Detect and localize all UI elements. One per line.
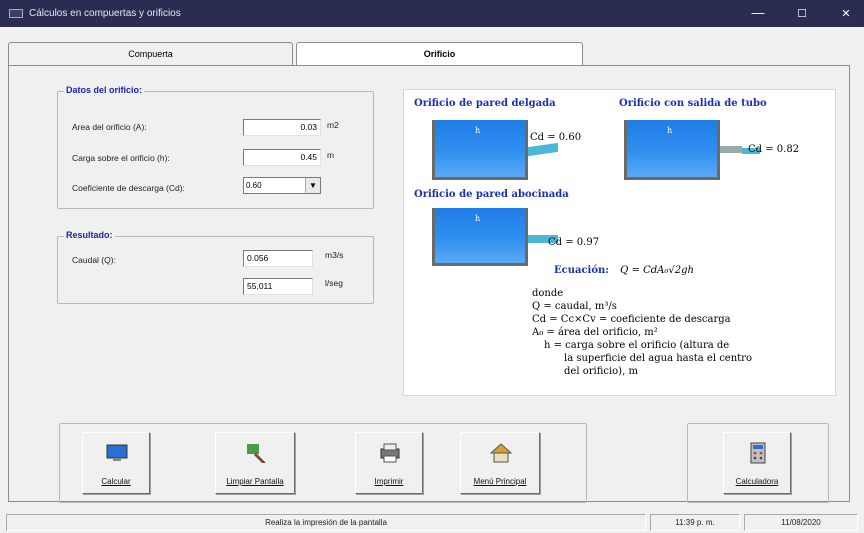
area-input[interactable]: 0.03 — [243, 119, 321, 136]
imprimir-button[interactable]: Imprimir — [355, 432, 423, 494]
coef-label: Coeficiente de descarga (Cd): — [72, 183, 185, 193]
equation: Ecuación: Q = CdA₀√2gh — [554, 265, 694, 276]
window-title: Cálculos en compuertas y orificios — [29, 8, 181, 19]
explanation-line: donde — [532, 288, 564, 299]
home-icon — [489, 443, 513, 463]
imprimir-label: Imprimir — [374, 477, 404, 486]
limpiar-label: Limpiar Pantalla — [226, 477, 284, 486]
explanation-line: Cd = Cc×Cv = coeficiente de descarga — [532, 314, 731, 325]
resultado-group: Resultado: Caudal (Q): 0.056 m3/s 55,011… — [57, 230, 374, 304]
tab-panel-orificio: Datos del orificio: Area del orificio (A… — [8, 65, 850, 503]
explanation-line: Q = caudal, m³/s — [532, 301, 617, 312]
coef-value: 0.60 — [246, 181, 262, 190]
brush-icon — [247, 444, 266, 463]
app-icon — [9, 9, 23, 18]
jet-delgada — [528, 142, 558, 157]
h-symbol: h — [475, 214, 481, 223]
explanation-line: A₀ = área del orificio, m² — [532, 327, 658, 338]
caudal-label: Caudal (Q): — [72, 255, 116, 265]
calcular-label: Calcular — [101, 477, 131, 486]
caudal-ls-unit: l/seg — [325, 278, 343, 288]
cd-abocinada: Cd = 0.97 — [548, 237, 600, 248]
tank-salida-tubo: h — [624, 120, 720, 180]
limpiar-button[interactable]: Limpiar Pantalla — [215, 432, 295, 494]
title-bar: Cálculos en compuertas y orificios — ☐ ✕ — [0, 0, 864, 27]
calculadora-group: Calculadora — [687, 423, 829, 503]
calculadora-button[interactable]: Calculadora — [723, 432, 791, 494]
tank-pared-delgada: h — [432, 120, 528, 180]
status-bar: Realiza la impresión de la pantalla 11:3… — [0, 509, 864, 533]
calculadora-label: Calculadora — [735, 477, 779, 486]
cd-tubo: Cd = 0.82 — [748, 144, 800, 155]
caudal-m3s-unit: m3/s — [325, 250, 344, 260]
carga-label: Carga sobre el orificio (h): — [72, 153, 170, 163]
status-time: 11:39 p. m. — [650, 514, 740, 531]
h-symbol: h — [475, 126, 481, 135]
header-salida-tubo: Orificio con salida de tubo — [619, 98, 767, 109]
resultado-title: Resultado: — [64, 230, 115, 240]
tab-compuerta[interactable]: Compuerta — [8, 42, 293, 66]
orifice-diagram: Orificio de pared delgada Orificio con s… — [403, 89, 836, 396]
explanation-line: la superficie del agua hasta el centro — [564, 353, 752, 364]
status-message: Realiza la impresión de la pantalla — [6, 514, 646, 531]
coef-select[interactable]: 0.60 ▼ — [243, 177, 321, 194]
header-pared-delgada: Orificio de pared delgada — [414, 98, 556, 109]
header-pared-abocinada: Orificio de pared abocinada — [414, 189, 569, 200]
tank-pared-abocinada: h — [432, 208, 528, 266]
printer-icon — [380, 443, 400, 463]
menu-principal-label: Menú Principal — [473, 477, 527, 486]
minimize-button[interactable]: — — [748, 5, 768, 20]
datos-title: Datos del orificio: — [64, 85, 145, 95]
caudal-m3s-field[interactable]: 0.056 — [243, 250, 313, 267]
cd-delgada: Cd = 0.60 — [530, 132, 582, 143]
explanation-line: del orificio), m — [564, 366, 638, 377]
calculator-icon — [750, 442, 766, 464]
menu-principal-button[interactable]: Menú Principal — [460, 432, 540, 494]
h-symbol: h — [667, 126, 673, 135]
tab-orificio[interactable]: Orificio — [296, 42, 583, 66]
equation-label: Ecuación: — [554, 265, 609, 276]
caudal-ls-field[interactable]: 55,011 — [243, 278, 313, 295]
close-button[interactable]: ✕ — [836, 7, 856, 20]
tab-strip: Compuerta Orificio — [8, 42, 848, 66]
monitor-icon — [106, 444, 128, 461]
carga-unit: m — [327, 150, 335, 160]
explanation-line: h = carga sobre el orificio (altura de — [544, 340, 730, 351]
action-button-group: Calcular Limpiar Pantalla Imprimir Menú … — [59, 423, 587, 503]
area-label: Area del orificio (A): — [72, 122, 147, 132]
calcular-button[interactable]: Calcular — [82, 432, 150, 494]
datos-group: Datos del orificio: Area del orificio (A… — [57, 85, 374, 209]
carga-input[interactable]: 0.45 — [243, 149, 321, 166]
equation-formula: Q = CdA₀√2gh — [620, 265, 694, 276]
chevron-down-icon[interactable]: ▼ — [305, 178, 320, 193]
tube-outlet — [720, 146, 742, 153]
maximize-button[interactable]: ☐ — [792, 7, 812, 20]
status-date: 11/08/2020 — [744, 514, 858, 531]
area-unit: m2 — [327, 120, 339, 130]
